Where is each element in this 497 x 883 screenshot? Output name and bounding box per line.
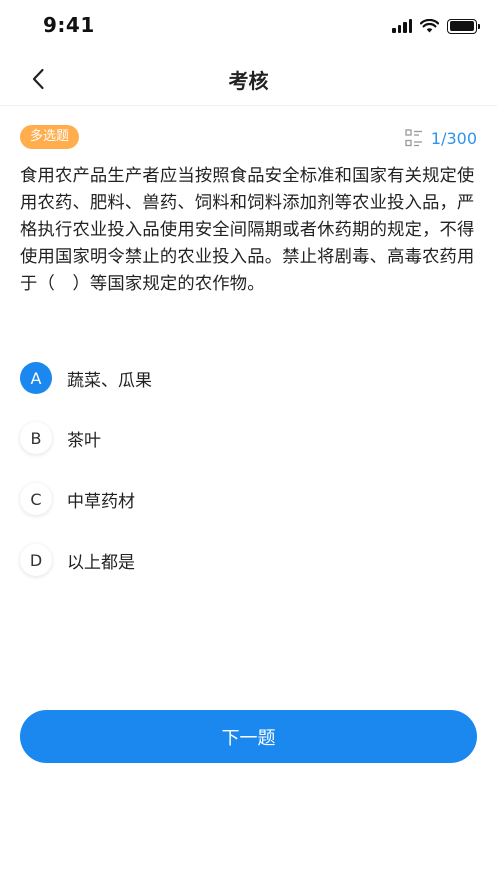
option-a-letter: A	[20, 362, 52, 394]
option-c[interactable]: C 中草药材	[20, 479, 477, 519]
status-icons	[392, 17, 480, 35]
page-title: 考核	[228, 69, 269, 93]
option-c-letter: C	[20, 483, 52, 515]
nav-bar: 考核	[0, 52, 497, 106]
status-bar: 9:41	[0, 0, 497, 52]
option-d[interactable]: D 以上都是	[20, 540, 477, 580]
question-list-icon	[405, 129, 422, 147]
exam-screen: 9:41 考核 多选题 1/300 食用农产品生产者应当按照食品安全标准和国家有…	[0, 0, 497, 883]
option-c-label: 中草药材	[67, 491, 135, 512]
question-text: 食用农产品生产者应当按照食品安全标准和国家有关规定使用农药、肥料、兽药、饲料和饲…	[20, 166, 475, 294]
question-progress-text: 1/300	[430, 128, 477, 148]
cellular-signal-icon	[392, 19, 412, 33]
option-d-label: 以上都是	[67, 552, 135, 573]
option-a[interactable]: A 蔬菜、瓜果	[20, 358, 477, 398]
status-time: 9:41	[43, 13, 95, 37]
wifi-icon	[420, 19, 439, 33]
question-type-badge: 多选题	[20, 125, 80, 149]
option-b-label: 茶叶	[67, 430, 101, 451]
question-progress[interactable]: 1/300	[405, 127, 477, 149]
battery-icon	[447, 18, 480, 34]
option-d-letter: D	[20, 544, 52, 576]
option-a-label: 蔬菜、瓜果	[67, 370, 152, 391]
option-b-letter: B	[20, 422, 52, 454]
next-question-button[interactable]: 下一题	[20, 710, 477, 763]
option-b[interactable]: B 茶叶	[20, 418, 477, 458]
